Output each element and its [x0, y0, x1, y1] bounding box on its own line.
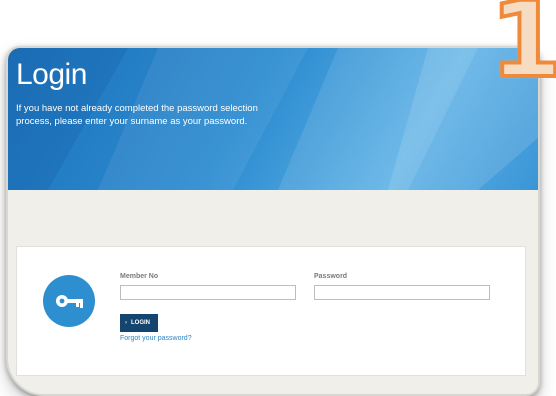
forgot-password-link[interactable]: Forgot your password? [120, 335, 192, 342]
login-card: Login If you have not already completed … [6, 46, 540, 396]
login-button-label: LOGIN [131, 320, 150, 326]
login-form: Member No Password › LOGIN Forgot your p… [16, 246, 526, 376]
chevron-right-icon: › [125, 320, 127, 326]
login-instructions: If you have not already completed the pa… [16, 103, 258, 127]
member-no-field[interactable] [120, 285, 296, 300]
login-banner: Login If you have not already completed … [8, 48, 538, 190]
page-title: Login [16, 58, 87, 91]
password-label: Password [314, 273, 348, 280]
password-field[interactable] [314, 285, 490, 300]
key-icon [43, 275, 95, 327]
login-button[interactable]: › LOGIN [120, 314, 158, 332]
member-no-label: Member No [120, 273, 159, 280]
step-number-badge: 1 [488, 0, 556, 101]
